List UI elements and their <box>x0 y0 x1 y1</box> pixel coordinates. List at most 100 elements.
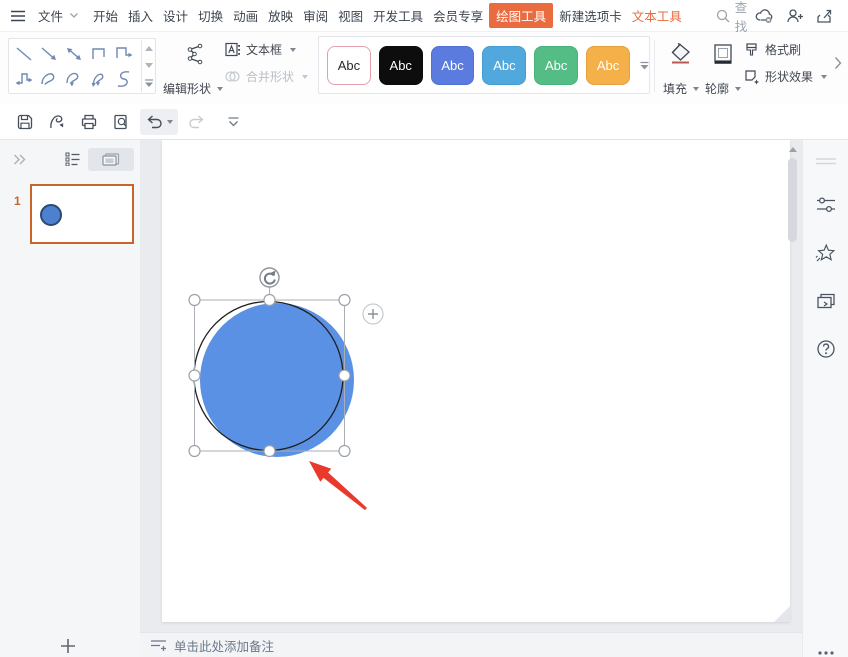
slide-view-toggle[interactable] <box>88 148 134 171</box>
arrow-icon[interactable] <box>36 41 61 66</box>
undo-button[interactable] <box>140 109 178 135</box>
notes-bar[interactable]: 单击此处添加备注 <box>140 632 802 657</box>
new-slide-button[interactable] <box>56 634 80 657</box>
outline-caret-icon <box>735 87 741 91</box>
search-icon <box>716 9 730 23</box>
print-preview-icon[interactable] <box>108 109 134 135</box>
export-icon[interactable] <box>44 109 70 135</box>
elbow-arrow-connector-icon[interactable] <box>111 41 136 66</box>
redo-button[interactable] <box>184 109 210 135</box>
cloud-sync-off-icon[interactable] <box>751 8 779 24</box>
ribbon-overflow-icon[interactable] <box>834 56 842 70</box>
tab-developer[interactable]: 开发工具 <box>369 6 427 25</box>
resize-handle-sw[interactable] <box>189 446 200 457</box>
fill-icon <box>668 41 694 67</box>
shape-effects-button[interactable]: 形状效果 <box>744 68 827 85</box>
outline-icon <box>710 41 736 67</box>
elbow-connector-icon[interactable] <box>86 41 111 66</box>
save-icon[interactable] <box>12 109 38 135</box>
canvas-scrollbar <box>786 142 800 630</box>
curve-icon[interactable] <box>111 66 136 91</box>
curved-double-arrow-connector-icon[interactable] <box>86 66 111 91</box>
circle-shape-fill[interactable] <box>200 303 354 457</box>
tab-membership[interactable]: 会员专享 <box>429 6 487 25</box>
resize-handle-n[interactable] <box>264 295 275 306</box>
top-menu-bar: 文件 开始 插入 设计 切换 动画 放映 审阅 视图 开发工具 会员专享 绘图工… <box>0 0 848 32</box>
customize-toolbar-icon[interactable] <box>220 109 246 135</box>
right-sidebar <box>802 140 848 657</box>
ribbon-separator <box>654 40 655 92</box>
editing-canvas <box>140 140 802 632</box>
gallery-more-icon[interactable] <box>141 74 155 92</box>
line-icon[interactable] <box>11 41 36 66</box>
resize-handle-ne[interactable] <box>339 295 350 306</box>
merge-shapes-icon <box>224 68 241 85</box>
shape-style-preset-1[interactable]: Abc <box>327 46 371 85</box>
merge-shapes-button[interactable]: 合并形状 <box>224 68 308 85</box>
tab-slideshow[interactable]: 放映 <box>264 6 297 25</box>
line-shape-gallery <box>8 38 156 94</box>
text-box-caret-icon <box>290 48 296 52</box>
tab-animation[interactable]: 动画 <box>229 6 262 25</box>
shape-style-preset-5[interactable]: Abc <box>534 46 578 85</box>
share-icon[interactable] <box>811 8 839 24</box>
resize-handle-nw[interactable] <box>189 295 200 306</box>
outline-label: 轮廓 <box>705 80 729 97</box>
print-icon[interactable] <box>76 109 102 135</box>
sidebar-more-icon[interactable] <box>803 638 848 657</box>
file-menu[interactable]: 文件 <box>34 6 67 25</box>
resize-handle-s[interactable] <box>264 446 275 457</box>
tab-design[interactable]: 设计 <box>159 6 192 25</box>
tab-home[interactable]: 开始 <box>89 6 122 25</box>
gallery-scroll-up-icon[interactable] <box>141 40 155 57</box>
tab-drawing-tools-active[interactable]: 绘图工具 <box>489 3 553 28</box>
add-collaborator-icon[interactable] <box>781 8 809 24</box>
elbow-double-arrow-connector-icon[interactable] <box>11 66 36 91</box>
gallery-scroll-down-icon[interactable] <box>141 57 155 74</box>
tab-new-tab[interactable]: 新建选项卡 <box>555 6 626 25</box>
hamburger-menu-icon[interactable] <box>10 9 26 23</box>
edit-shape-icon <box>180 41 206 67</box>
curved-arrow-connector-icon[interactable] <box>61 66 86 91</box>
wps-presentation-window: 文件 开始 插入 设计 切换 动画 放映 审阅 视图 开发工具 会员专享 绘图工… <box>0 0 848 657</box>
tab-view[interactable]: 视图 <box>334 6 367 25</box>
shape-effects-caret-icon <box>821 75 827 79</box>
switch-window-icon[interactable] <box>803 286 848 316</box>
merge-shapes-caret-icon <box>302 75 308 79</box>
scroll-up-icon[interactable] <box>788 144 798 154</box>
shape-style-preset-2[interactable]: Abc <box>379 46 423 85</box>
resize-handle-w[interactable] <box>189 370 200 381</box>
format-painter-icon <box>744 42 760 58</box>
tab-insert[interactable]: 插入 <box>124 6 157 25</box>
merge-shapes-label: 合并形状 <box>246 68 294 85</box>
shape-style-preset-6[interactable]: Abc <box>586 46 630 85</box>
expand-panel-icon[interactable] <box>6 154 32 165</box>
double-arrow-icon[interactable] <box>61 41 86 66</box>
beautify-star-icon[interactable] <box>803 238 848 268</box>
tab-transition[interactable]: 切换 <box>194 6 227 25</box>
tab-text-tools[interactable]: 文本工具 <box>628 6 686 25</box>
shape-style-preset-3[interactable]: Abc <box>431 46 475 85</box>
text-box-button[interactable]: 文本框 <box>224 41 296 58</box>
outline-view-icon[interactable] <box>58 152 88 166</box>
scrollbar-thumb[interactable] <box>788 158 797 242</box>
quick-add-button[interactable] <box>363 304 383 324</box>
style-gallery-more-icon[interactable] <box>640 61 649 70</box>
adjust-settings-icon[interactable] <box>803 190 848 220</box>
shape-style-preset-4[interactable]: Abc <box>482 46 526 85</box>
curved-connector-icon[interactable] <box>36 66 61 91</box>
sidebar-drag-handle-icon[interactable] <box>803 146 848 176</box>
tab-review[interactable]: 审阅 <box>299 6 332 25</box>
undo-caret-icon[interactable] <box>167 120 173 124</box>
search-button[interactable]: 查找 <box>716 0 748 35</box>
resize-handle-e[interactable] <box>339 370 350 381</box>
outline-button[interactable]: 轮廓 <box>700 38 746 100</box>
file-chevron-down-icon[interactable] <box>69 12 79 19</box>
fill-button[interactable]: 填充 <box>658 38 704 100</box>
format-painter-button[interactable]: 格式刷 <box>744 41 801 58</box>
slide-thumbnail[interactable] <box>30 184 134 244</box>
help-icon[interactable] <box>803 334 848 364</box>
resize-handle-se[interactable] <box>339 446 350 457</box>
fill-label: 填充 <box>663 80 687 97</box>
edit-shape-button[interactable]: 编辑形状 <box>157 38 229 100</box>
